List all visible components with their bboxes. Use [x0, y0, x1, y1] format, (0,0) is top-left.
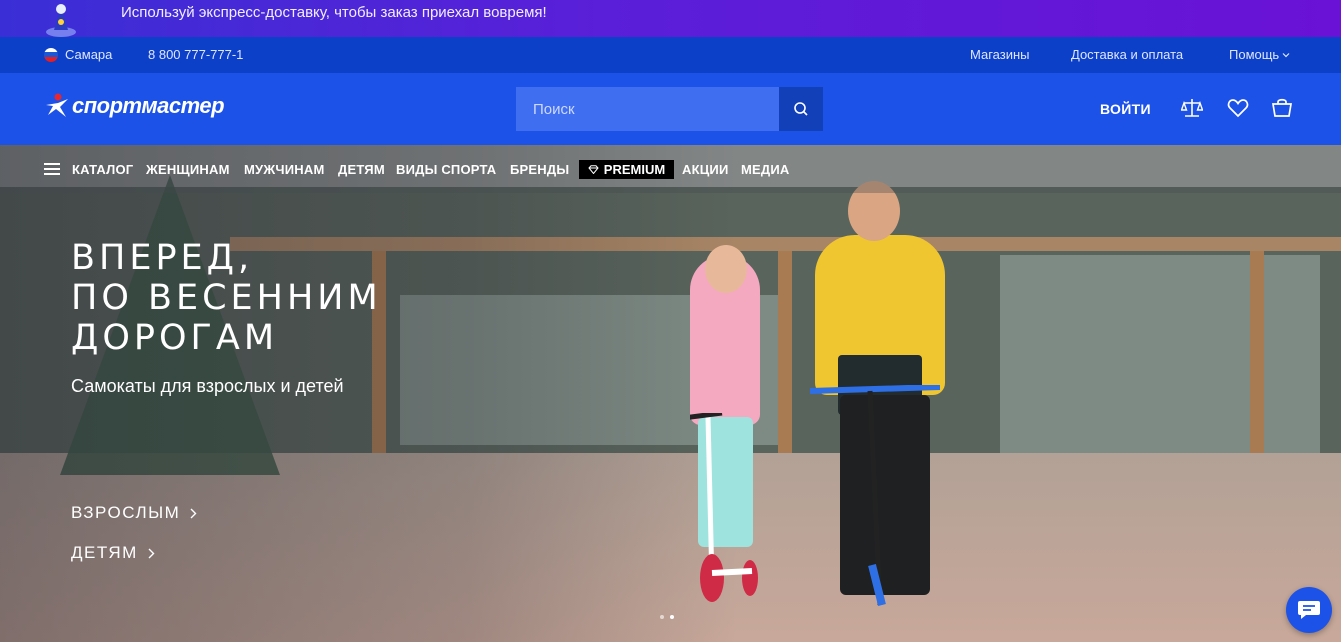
search-icon [794, 102, 808, 116]
chevron-down-icon [1282, 52, 1290, 57]
scooter-small-icon [659, 410, 758, 602]
hero-title-line: ДОРОГАМ [71, 318, 279, 358]
nav-catalog[interactable]: КАТАЛОГ [72, 162, 133, 177]
mascot-icon [46, 4, 76, 37]
hero-title-line: ПО ВЕСЕННИМ [71, 278, 382, 318]
chevron-right-icon [148, 548, 155, 558]
nav-kids[interactable]: ДЕТЯМ [338, 162, 385, 177]
nav-men[interactable]: МУЖЧИНАМ [244, 162, 325, 177]
chevron-right-icon [190, 508, 197, 518]
adults-link-label: ВЗРОСЛЫМ [71, 503, 181, 522]
kids-link[interactable]: ДЕТЯМ [71, 543, 155, 563]
search-button[interactable] [779, 87, 823, 131]
logo-runner-icon [46, 93, 68, 117]
nav-media[interactable]: МЕДИА [741, 162, 790, 177]
russia-flag-icon [44, 47, 58, 62]
logo-text: спортмастер [72, 93, 225, 118]
nav-sales[interactable]: АКЦИИ [682, 162, 729, 177]
menu-icon[interactable] [44, 163, 60, 175]
search-bar [516, 87, 823, 131]
login-button[interactable]: ВОЙТИ [1100, 101, 1151, 117]
nav-premium[interactable]: PREMIUM [579, 160, 674, 179]
promo-banner[interactable]: Используй экспресс-доставку, чтобы заказ… [0, 0, 1341, 37]
kids-link-label: ДЕТЯМ [71, 543, 138, 562]
hero-title-line: ВПЕРЕД, [71, 238, 254, 278]
category-nav: КАТАЛОГ ЖЕНЩИНАМ МУЖЧИНАМ ДЕТЯМ ВИДЫ СПО… [0, 145, 1341, 193]
utility-bar: Самара 8 800 777-777-1 Магазины Доставка… [0, 37, 1341, 73]
delivery-link[interactable]: Доставка и оплата [1071, 47, 1183, 62]
carousel-dot[interactable] [670, 615, 674, 619]
stores-link[interactable]: Магазины [970, 47, 1030, 62]
adults-link[interactable]: ВЗРОСЛЫМ [71, 503, 197, 523]
chat-icon [1298, 601, 1320, 619]
nav-women[interactable]: ЖЕНЩИНАМ [146, 162, 230, 177]
nav-premium-label: PREMIUM [603, 162, 666, 177]
hero-subtitle: Самокаты для взрослых и детей [71, 376, 344, 396]
hero-scooter-large [809, 384, 941, 615]
scooter-large-icon [809, 384, 941, 606]
carousel-dot[interactable] [660, 615, 664, 619]
hero-title: ВПЕРЕД, ПО ВЕСЕННИМ ДОРОГАМ [71, 238, 401, 358]
compare-icon[interactable] [1181, 97, 1203, 119]
heart-icon[interactable] [1227, 97, 1249, 119]
promo-text: Используй экспресс-доставку, чтобы заказ… [121, 4, 547, 21]
city-selector[interactable]: Самара [44, 47, 112, 62]
help-label: Помощь [1229, 47, 1280, 62]
main-header: спортмастер ВОЙТИ [0, 73, 1341, 145]
nav-sports[interactable]: ВИДЫ СПОРТА [396, 162, 496, 177]
search-input[interactable] [516, 87, 779, 131]
hero-girl-head [705, 245, 747, 293]
cart-icon[interactable] [1271, 97, 1293, 119]
help-menu[interactable]: Помощь [1229, 47, 1290, 62]
hero-scooter-small [659, 410, 770, 603]
city-label: Самара [65, 47, 113, 62]
phone-link[interactable]: 8 800 777-777-1 [148, 47, 243, 62]
chat-button[interactable] [1286, 587, 1332, 633]
logo[interactable]: спортмастер [44, 93, 225, 119]
diamond-icon [588, 165, 599, 174]
nav-brands[interactable]: БРЕНДЫ [510, 162, 569, 177]
carousel-dots[interactable] [660, 615, 674, 619]
